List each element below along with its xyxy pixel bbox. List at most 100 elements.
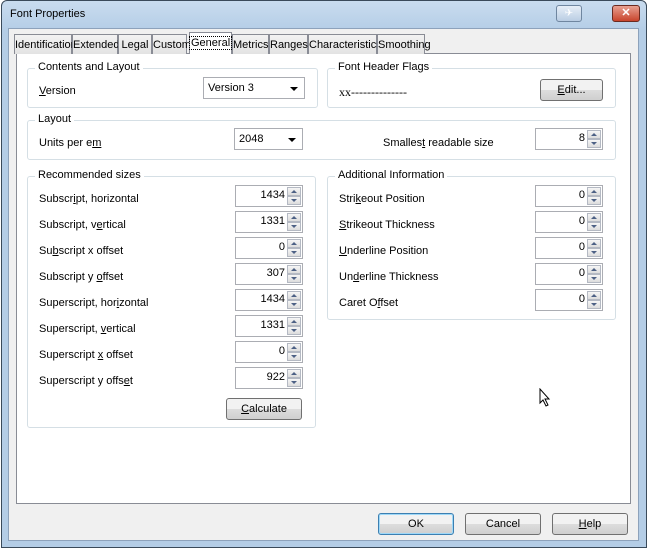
value-spinner[interactable]: 307 xyxy=(235,263,303,285)
tab-label: Legal xyxy=(121,39,149,51)
close-icon[interactable]: ✕ xyxy=(612,5,640,22)
spinner-value: 8 xyxy=(578,132,585,144)
value-spinner[interactable]: 0 xyxy=(235,341,303,363)
field-label: Subscript, horizontal xyxy=(39,193,139,205)
tab-identification[interactable]: Identification xyxy=(14,34,77,54)
spinner-value: 1434 xyxy=(260,189,285,201)
spin-up-icon[interactable] xyxy=(587,291,601,300)
spinner-value: 0 xyxy=(278,241,285,253)
field-label: Superscript, vertical xyxy=(39,323,136,335)
spin-up-icon[interactable] xyxy=(587,213,601,222)
units-per-em-select[interactable]: 2048 xyxy=(234,128,303,150)
tab-characteristics[interactable]: Characteristics xyxy=(308,34,382,54)
field-label: Caret Offset xyxy=(339,297,399,309)
spinner-value: 0 xyxy=(578,293,585,305)
tab-label: Extended xyxy=(73,39,120,51)
field-label: Subscript, vertical xyxy=(39,219,126,231)
version-label: Version xyxy=(39,85,76,97)
value-spinner[interactable]: 0 xyxy=(235,237,303,259)
spin-up-icon[interactable] xyxy=(587,239,601,248)
spin-down-icon[interactable] xyxy=(587,300,601,309)
tab-ranges[interactable]: Ranges xyxy=(269,34,308,54)
group-title: Layout xyxy=(35,113,75,125)
value-spinner[interactable]: 1331 xyxy=(235,211,303,233)
spin-up-icon[interactable] xyxy=(287,213,301,222)
spin-down-icon[interactable] xyxy=(287,274,301,283)
tab-custom[interactable]: Custom xyxy=(152,34,191,54)
spinner-value: 0 xyxy=(578,267,585,279)
spin-down-icon[interactable] xyxy=(587,222,601,231)
spin-down-icon[interactable] xyxy=(587,248,601,257)
tab-label: Identification xyxy=(15,39,77,51)
group-title: Additional Information xyxy=(335,169,448,181)
field-label: Strikeout Thickness xyxy=(339,219,435,231)
group-title: Recommended sizes xyxy=(35,169,144,181)
value-spinner[interactable]: 1331 xyxy=(235,315,303,337)
chevron-down-icon xyxy=(290,87,298,91)
field-label: Underline Position xyxy=(339,245,429,257)
tab-label: Characteristics xyxy=(309,39,382,51)
field-label: Superscript x offset xyxy=(39,349,133,361)
tab-label: Ranges xyxy=(270,39,308,51)
flags-value: xx-------------- xyxy=(339,85,407,99)
spin-up-icon[interactable] xyxy=(287,317,301,326)
spin-down-icon[interactable] xyxy=(287,378,301,387)
spin-up-icon[interactable] xyxy=(587,265,601,274)
spin-down-icon[interactable] xyxy=(287,248,301,257)
spin-up-icon[interactable] xyxy=(287,343,301,352)
chevron-down-icon xyxy=(288,138,296,142)
window-title: Font Properties xyxy=(10,8,86,20)
tab-extended[interactable]: Extended xyxy=(72,34,120,54)
version-select[interactable]: Version 3 xyxy=(203,77,305,99)
value-spinner[interactable]: 0 xyxy=(535,289,603,311)
spinner-value: 0 xyxy=(578,189,585,201)
spin-up-icon[interactable] xyxy=(287,291,301,300)
value-spinner[interactable]: 0 xyxy=(535,263,603,285)
smallest-readable-size-label: Smallest readable size xyxy=(383,137,494,149)
spin-up-icon[interactable] xyxy=(587,187,601,196)
spin-up-icon[interactable] xyxy=(287,187,301,196)
spin-up-icon[interactable] xyxy=(287,239,301,248)
tab-label: Custom xyxy=(153,39,191,51)
calculate-button[interactable]: Calculate xyxy=(226,398,302,420)
value-spinner[interactable]: 0 xyxy=(535,237,603,259)
spin-up-icon[interactable] xyxy=(587,130,601,139)
tab-label: Metrics xyxy=(233,39,269,51)
tab-general[interactable]: General xyxy=(188,32,233,54)
spin-up-icon[interactable] xyxy=(287,265,301,274)
value-spinner[interactable]: 1434 xyxy=(235,289,303,311)
field-label: Strikeout Position xyxy=(339,193,425,205)
spin-up-icon[interactable] xyxy=(287,369,301,378)
cancel-button[interactable]: Cancel xyxy=(465,513,541,535)
spin-down-icon[interactable] xyxy=(587,139,601,148)
value-spinner[interactable]: 0 xyxy=(535,211,603,233)
tab-label: General xyxy=(188,36,233,50)
help-button[interactable]: Help xyxy=(552,513,628,535)
mouse-cursor-icon xyxy=(539,388,551,407)
spinner-value: 0 xyxy=(578,241,585,253)
spin-down-icon[interactable] xyxy=(587,274,601,283)
tab-legal[interactable]: Legal xyxy=(118,34,152,54)
value-spinner[interactable]: 0 xyxy=(535,185,603,207)
spinner-value: 307 xyxy=(266,267,285,279)
ok-button[interactable]: OK xyxy=(378,513,454,535)
value-spinner[interactable]: 1434 xyxy=(235,185,303,207)
spinner-value: 0 xyxy=(578,215,585,227)
spin-down-icon[interactable] xyxy=(587,196,601,205)
spinner-value: 0 xyxy=(278,345,285,357)
value-spinner[interactable]: 922 xyxy=(235,367,303,389)
field-label: Subscript x offset xyxy=(39,245,124,257)
pin-icon[interactable]: ✈ xyxy=(556,5,582,22)
edit-button[interactable]: Edit... xyxy=(540,79,603,101)
spin-down-icon[interactable] xyxy=(287,196,301,205)
spin-down-icon[interactable] xyxy=(287,326,301,335)
field-label: Superscript, horizontal xyxy=(39,297,149,309)
units-value: 2048 xyxy=(239,133,264,145)
spinner-value: 922 xyxy=(266,371,285,383)
tab-smoothing[interactable]: Smoothing xyxy=(377,34,431,54)
tab-metrics[interactable]: Metrics xyxy=(232,34,269,54)
spin-down-icon[interactable] xyxy=(287,222,301,231)
spin-down-icon[interactable] xyxy=(287,300,301,309)
spin-down-icon[interactable] xyxy=(287,352,301,361)
smallest-readable-size-spinner[interactable]: 8 xyxy=(535,128,603,150)
